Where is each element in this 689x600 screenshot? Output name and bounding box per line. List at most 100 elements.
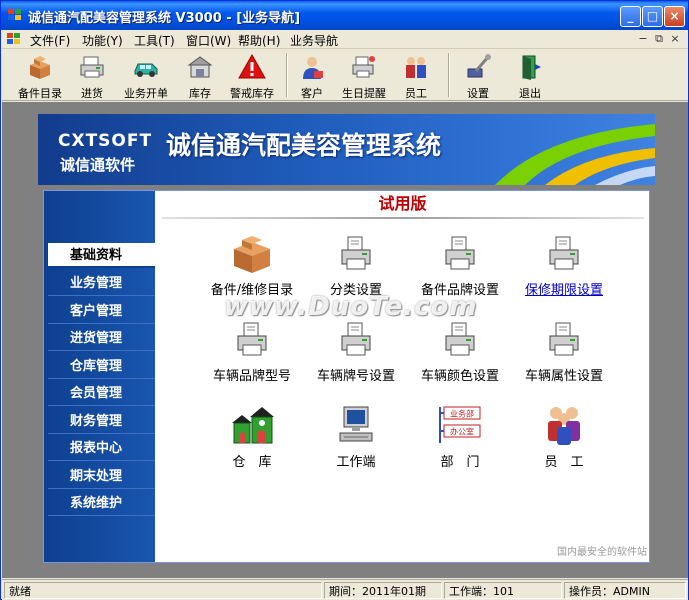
toolbar-label: 库存 bbox=[189, 87, 211, 100]
nav-department[interactable]: 业务部 办公室 部 门 bbox=[408, 403, 512, 473]
toolbar-label: 进货 bbox=[81, 87, 103, 100]
nav-vehicle-attribute-settings[interactable]: 车辆属性设置 bbox=[512, 317, 616, 387]
nav-label: 车辆品牌型号 bbox=[212, 369, 291, 384]
cake-icon bbox=[352, 56, 375, 78]
brand-chinese: 诚信通软件 bbox=[60, 156, 136, 174]
menu-business-nav[interactable]: 业务导航 bbox=[290, 32, 338, 49]
nav-warehouse[interactable]: 仓 库 bbox=[200, 403, 304, 473]
nav-label: 车辆属性设置 bbox=[524, 369, 603, 384]
trial-divider bbox=[162, 217, 644, 219]
computer-icon bbox=[339, 406, 373, 442]
nav-vehicle-color-settings[interactable]: 车辆颜色设置 bbox=[408, 317, 512, 387]
status-period: 期间：2011年01期 bbox=[324, 582, 442, 599]
toolbar-settings-button[interactable]: 设置 bbox=[456, 51, 500, 100]
menu-tools[interactable]: 工具(T) bbox=[134, 32, 175, 49]
nav-category-settings[interactable]: 分类设置 bbox=[304, 231, 408, 301]
customer-icon bbox=[303, 57, 323, 79]
brand-english: CXTSOFT bbox=[58, 131, 153, 151]
menu-window[interactable]: 窗口(W) bbox=[186, 32, 231, 49]
sidebar-item-system-maintenance[interactable]: 系统维护 bbox=[48, 491, 155, 516]
navigation-panel: 基础资料 业务管理 客户管理 进货管理 仓库管理 会员管理 财务管理 报表中心 … bbox=[43, 190, 650, 563]
sidebar-item-members[interactable]: 会员管理 bbox=[48, 381, 155, 406]
nav-workstation[interactable]: 工作端 bbox=[304, 403, 408, 473]
nav-vehicle-brand-model[interactable]: 车辆品牌型号 bbox=[200, 317, 304, 387]
toolbar-label: 生日提醒 bbox=[342, 87, 386, 100]
mdi-close-button[interactable]: × bbox=[668, 32, 682, 46]
printer-doc-icon bbox=[445, 322, 475, 356]
status-bar: 就绪 期间：2011年01期 工作端：101 操作员：ADMIN bbox=[2, 579, 688, 600]
printer-icon bbox=[80, 56, 104, 78]
mdi-minimize-button[interactable]: − bbox=[636, 32, 650, 46]
nav-label: 车辆颜色设置 bbox=[420, 369, 499, 384]
menu-file[interactable]: 文件(F) bbox=[30, 32, 70, 49]
toolbar-label: 员工 bbox=[405, 87, 427, 100]
toolbar-purchase-button[interactable]: 进货 bbox=[72, 51, 112, 100]
staff-group-icon bbox=[548, 407, 580, 445]
nav-label: 仓 库 bbox=[232, 455, 272, 470]
toolbar-separator bbox=[448, 53, 450, 97]
mdi-client-area: CXTSOFT 诚信通软件 诚信通汽配美容管理系统 基础资料 业务管理 客户管理… bbox=[2, 102, 688, 578]
nav-parts-brand-settings[interactable]: 备件品牌设置 bbox=[408, 231, 512, 301]
toolbar-inventory-button[interactable]: 库存 bbox=[180, 51, 220, 100]
nav-vehicle-plate-settings[interactable]: 车辆牌号设置 bbox=[304, 317, 408, 387]
sidebar-item-period-end[interactable]: 期末处理 bbox=[48, 464, 155, 489]
toolbar-separator bbox=[286, 53, 288, 97]
car-icon bbox=[134, 63, 158, 77]
toolbar-label: 备件目录 bbox=[18, 87, 62, 100]
menu-function[interactable]: 功能(Y) bbox=[82, 32, 123, 49]
maximize-button[interactable]: □ bbox=[642, 6, 663, 27]
sidebar-item-purchase[interactable]: 进货管理 bbox=[48, 326, 155, 351]
department-tag-business: 业务部 bbox=[450, 409, 474, 419]
toolbar-label: 客户 bbox=[301, 87, 323, 100]
sidebar-item-reports[interactable]: 报表中心 bbox=[48, 436, 155, 461]
nav-label: 车辆牌号设置 bbox=[316, 369, 395, 384]
nav-label: 工作端 bbox=[336, 455, 376, 470]
watermark-duote: www.DuoTe.com bbox=[224, 292, 478, 322]
nav-label: 员 工 bbox=[544, 455, 584, 470]
watermark-corner: 国内最安全的软件站 bbox=[557, 547, 647, 558]
toolbar-label: 退出 bbox=[519, 87, 541, 100]
sidebar-item-basic-data[interactable]: 基础资料 bbox=[48, 243, 155, 268]
nav-label-link[interactable]: 保修期限设置 bbox=[512, 279, 616, 298]
title-bar[interactable]: 诚信通汽配美容管理系统 V3000 - [业务导航] _ □ × bbox=[1, 1, 688, 30]
menu-help[interactable]: 帮助(H) bbox=[238, 32, 280, 49]
toolbar-label: 业务开单 bbox=[124, 87, 168, 100]
nav-warranty-period-settings[interactable]: 保修期限设置 bbox=[512, 231, 616, 301]
department-icon: 业务部 办公室 bbox=[439, 406, 481, 443]
printer-doc-icon bbox=[549, 236, 579, 270]
nav-employees[interactable]: 员 工 bbox=[512, 403, 616, 473]
close-button[interactable]: × bbox=[664, 6, 685, 27]
toolbar-sales-order-button[interactable]: 业务开单 bbox=[116, 51, 176, 100]
nav-label: 部 门 bbox=[440, 455, 480, 470]
sidebar-item-warehouse[interactable]: 仓库管理 bbox=[48, 354, 155, 379]
department-tag-office: 办公室 bbox=[450, 427, 474, 437]
toolbar-label: 设置 bbox=[467, 87, 489, 100]
banner-swoosh-decoration bbox=[495, 124, 655, 185]
nav-parts-repair-catalog[interactable]: 备件/维修目录 bbox=[200, 231, 304, 301]
toolbar-birthday-reminder-button[interactable]: 生日提醒 bbox=[336, 51, 392, 100]
trial-version-label: 试用版 bbox=[378, 194, 427, 213]
warning-icon bbox=[238, 53, 266, 79]
toolbar-stock-alert-button[interactable]: 警戒库存 bbox=[224, 51, 280, 100]
toolbar-staff-button[interactable]: 员工 bbox=[396, 51, 436, 100]
tools-icon bbox=[467, 54, 491, 78]
minimize-button[interactable]: _ bbox=[620, 6, 641, 27]
staff-icon bbox=[406, 57, 426, 78]
sidebar-item-business[interactable]: 业务管理 bbox=[48, 271, 155, 296]
printer-doc-icon bbox=[237, 322, 267, 356]
window-title: 诚信通汽配美容管理系统 V3000 - [业务导航] bbox=[28, 11, 301, 26]
sidebar-item-customers[interactable]: 客户管理 bbox=[48, 299, 155, 324]
printer-doc-icon bbox=[445, 236, 475, 270]
printer-doc-icon bbox=[341, 236, 371, 270]
printer-doc-icon bbox=[341, 322, 371, 356]
sidebar-item-finance[interactable]: 财务管理 bbox=[48, 409, 155, 434]
toolbar-exit-button[interactable]: 退出 bbox=[510, 51, 550, 100]
status-terminal: 工作端：101 bbox=[444, 582, 562, 599]
toolbar-label: 警戒库存 bbox=[230, 87, 274, 100]
toolbar-parts-catalog-button[interactable]: 备件目录 bbox=[12, 51, 68, 100]
mdi-restore-button[interactable]: ⧉ bbox=[652, 32, 666, 46]
warehouse-icon bbox=[187, 56, 213, 78]
boxes-icon bbox=[30, 56, 50, 79]
toolbar-customer-button[interactable]: 客户 bbox=[292, 51, 332, 100]
child-window-icon[interactable] bbox=[6, 32, 22, 46]
